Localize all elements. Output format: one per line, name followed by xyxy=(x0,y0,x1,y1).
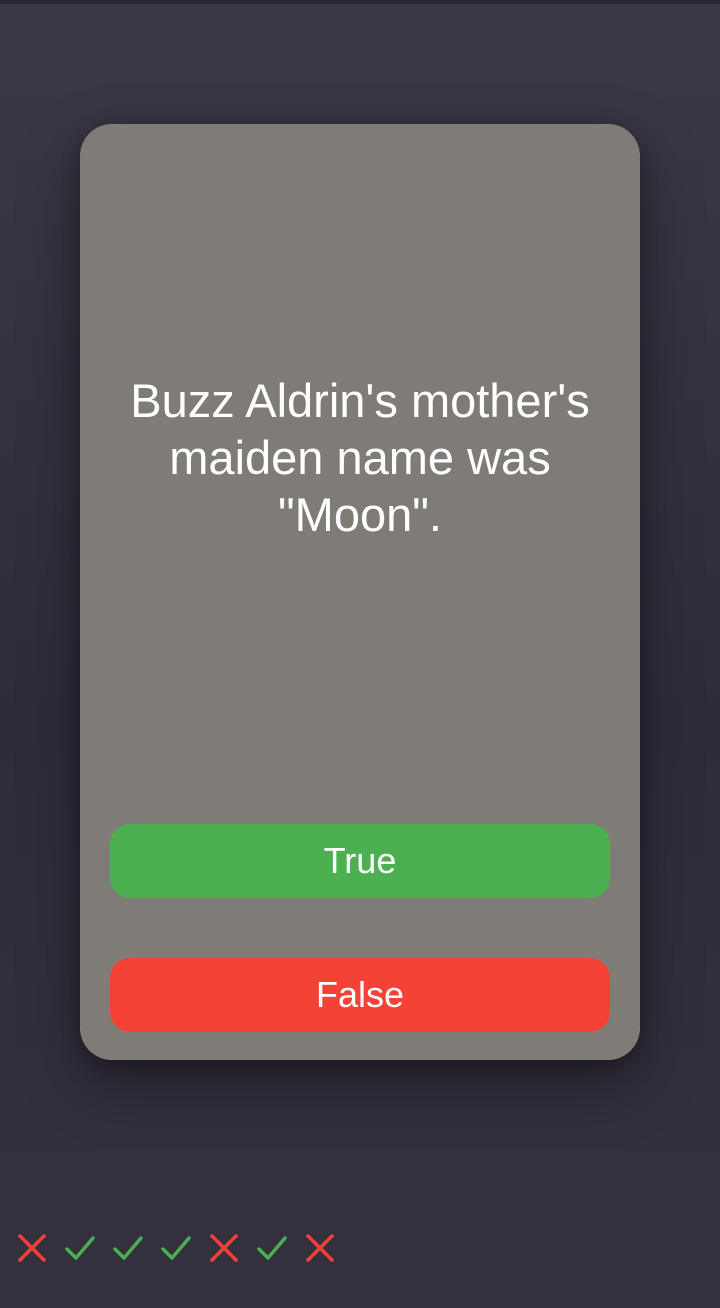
check-icon xyxy=(248,1226,296,1270)
check-icon xyxy=(104,1226,152,1270)
cross-icon xyxy=(8,1226,56,1270)
cross-icon xyxy=(200,1226,248,1270)
status-strip xyxy=(0,0,720,4)
check-icon xyxy=(152,1226,200,1270)
question-card: Buzz Aldrin's mother's maiden name was "… xyxy=(80,124,640,1060)
false-button[interactable]: False xyxy=(110,958,610,1032)
true-button[interactable]: True xyxy=(110,824,610,898)
question-text: Buzz Aldrin's mother's maiden name was "… xyxy=(130,374,590,541)
check-icon xyxy=(56,1226,104,1270)
cross-icon xyxy=(296,1226,344,1270)
answer-history xyxy=(8,1226,344,1270)
